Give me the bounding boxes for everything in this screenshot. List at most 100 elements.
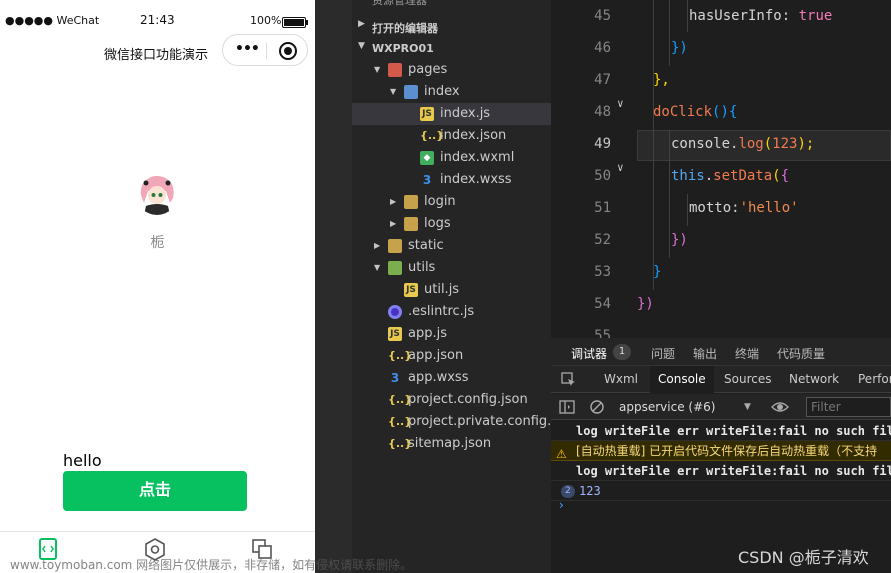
chevron-right-icon: ▶ (358, 19, 365, 29)
indent-guide (687, 0, 688, 32)
line-number: 55 (594, 328, 611, 338)
repeat-count-badge: 2 (561, 485, 575, 498)
console-warning-line: ⚠ [自动热重载] 已开启代码文件保存后自动热重载（不支持 (551, 441, 891, 461)
chevron-down-icon: ▼ (374, 263, 381, 272)
tree-item-label: project.config.json (408, 392, 528, 407)
user-nickname: 栀 (150, 235, 165, 251)
tree-item-label: utils (408, 260, 436, 275)
wxml-file-icon: ◆ (420, 151, 434, 165)
debugger-count-badge: 1 (613, 344, 631, 360)
live-expression-eye-icon[interactable] (771, 399, 789, 419)
carrier-label: ●●●●● WeChat (5, 14, 100, 27)
simulator-panel: ●●●●● WeChat 21:43 100% 微信接口功能演示 ••• 栀 h… (0, 0, 315, 573)
battery-percent: 100% (250, 14, 282, 27)
bottom-tabs: 调试器 1 问题 输出 终端 代码质量 (551, 338, 891, 366)
tree-item[interactable]: JS app.js (352, 323, 551, 345)
json-file-icon: {..} (420, 129, 445, 142)
folder-icon (404, 217, 418, 231)
tree-item[interactable]: ▼ utils (352, 257, 551, 279)
code-line-51: motto:'hello' (689, 200, 799, 216)
tree-item[interactable]: 3 index.wxss (352, 169, 551, 191)
tree-item[interactable]: {..} index.json (352, 125, 551, 147)
chevron-down-icon: ▼ (390, 87, 397, 96)
folder-icon (404, 195, 418, 209)
tab-terminal[interactable]: 终端 (735, 345, 759, 362)
line-number: 54 (594, 296, 611, 312)
console-log-line: log writeFile err writeFile:fail no such… (551, 421, 891, 441)
tab-wxml[interactable]: Wxml (596, 366, 646, 393)
tree-item-label: sitemap.json (408, 436, 492, 451)
code-line-45: hasUserInfo: true (689, 8, 833, 24)
tree-item-label: static (408, 238, 444, 253)
fold-icon[interactable]: ∨ (617, 161, 624, 174)
chevron-down-icon: ▼ (358, 41, 365, 51)
tab-code-quality[interactable]: 代码质量 (777, 345, 825, 362)
tree-item[interactable]: {..} project.config.json (352, 389, 551, 411)
tab-output[interactable]: 输出 (693, 345, 717, 362)
line-number: 50 (594, 168, 611, 184)
open-editors-section[interactable]: ▶ 打开的编辑器 (352, 15, 551, 37)
tree-item[interactable]: ▼ pages (352, 59, 551, 81)
tab-performance[interactable]: Perfor (850, 366, 891, 393)
fold-icon[interactable]: ∨ (617, 97, 624, 110)
tree-item[interactable]: JS util.js (352, 279, 551, 301)
tree-item[interactable]: {..}project.private.config.js... (352, 411, 551, 433)
tree-item[interactable]: {..} app.json (352, 345, 551, 367)
csdn-watermark: CSDN @栀子清欢 (738, 548, 869, 567)
code-line-54: }) (637, 296, 654, 312)
close-miniprogram-icon[interactable] (279, 42, 297, 60)
code-line-52: }) (671, 232, 688, 248)
capsule-divider (266, 43, 267, 59)
chevron-right-icon: ▶ (374, 241, 381, 250)
logged-value: 123 (579, 484, 601, 498)
tree-item[interactable]: ▶ logs (352, 213, 551, 235)
tree-item-label: .eslintrc.js (408, 304, 475, 319)
file-explorer: 资源管理器 ▶ 打开的编辑器 ▼ WXPRO01 ▼ pages ▼ index JS i… (352, 0, 551, 573)
inspect-element-icon[interactable] (561, 372, 576, 391)
tree-item[interactable]: ▶ login (352, 191, 551, 213)
tree-item-label: index (424, 84, 460, 99)
indent-guide (669, 0, 670, 66)
folder-icon (404, 85, 418, 99)
devtools-window: ●●●●● WeChat 21:43 100% 微信接口功能演示 ••• 栀 h… (0, 0, 891, 573)
json-file-icon: {..} (388, 349, 413, 362)
tree-item[interactable]: ▶ static (352, 235, 551, 257)
menu-capsule: ••• (222, 34, 308, 66)
more-icon[interactable]: ••• (235, 41, 260, 57)
code-line-53: } (653, 264, 662, 280)
tree-item-label: index.json (440, 128, 507, 143)
sidebar-toggle-icon[interactable] (559, 399, 575, 419)
tab-problems[interactable]: 问题 (651, 345, 675, 362)
avatar[interactable] (136, 173, 178, 215)
tree-item[interactable]: JS index.js (352, 103, 551, 125)
context-selector[interactable]: appservice (#6) ▼ (619, 394, 759, 420)
code-line-50: this.setData({ (671, 168, 790, 184)
folder-icon (388, 63, 402, 77)
tree-item[interactable]: ◆ index.wxml (352, 147, 551, 169)
js-file-icon: JS (420, 107, 434, 121)
click-button[interactable]: 点击 (63, 471, 247, 511)
tree-item[interactable]: 3 app.wxss (352, 367, 551, 389)
chevron-right-icon: ▶ (390, 219, 397, 228)
tree-item[interactable]: {..} sitemap.json (352, 433, 551, 455)
line-number: 49 (594, 136, 611, 152)
tree-item[interactable]: .eslintrc.js (352, 301, 551, 323)
tree-item[interactable]: ▼ index (352, 81, 551, 103)
line-number: 45 (594, 8, 611, 24)
battery-icon (282, 17, 306, 28)
tab-debugger[interactable]: 调试器 (571, 345, 607, 362)
page-title: 微信接口功能演示 (104, 48, 209, 63)
tab-console[interactable]: Console (650, 366, 714, 393)
code-line-46: }) (671, 40, 688, 56)
tree-item-label: project.private.config.js... (408, 414, 551, 429)
status-time: 21:43 (140, 13, 175, 27)
code-line-49: console.log(123); (671, 136, 815, 152)
project-section[interactable]: ▼ WXPRO01 (352, 37, 551, 59)
clear-console-icon[interactable] (589, 399, 605, 419)
console-prompt[interactable]: › (559, 498, 564, 512)
code-editor[interactable]: 45 46 47 48 49 50 51 52 53 54 55 ∨ ∨ hasUserInfo: … (551, 0, 891, 338)
json-file-icon: {..} (388, 393, 413, 406)
console-filter-input[interactable] (806, 397, 891, 417)
tab-network[interactable]: Network (781, 366, 847, 393)
tab-sources[interactable]: Sources (716, 366, 779, 393)
